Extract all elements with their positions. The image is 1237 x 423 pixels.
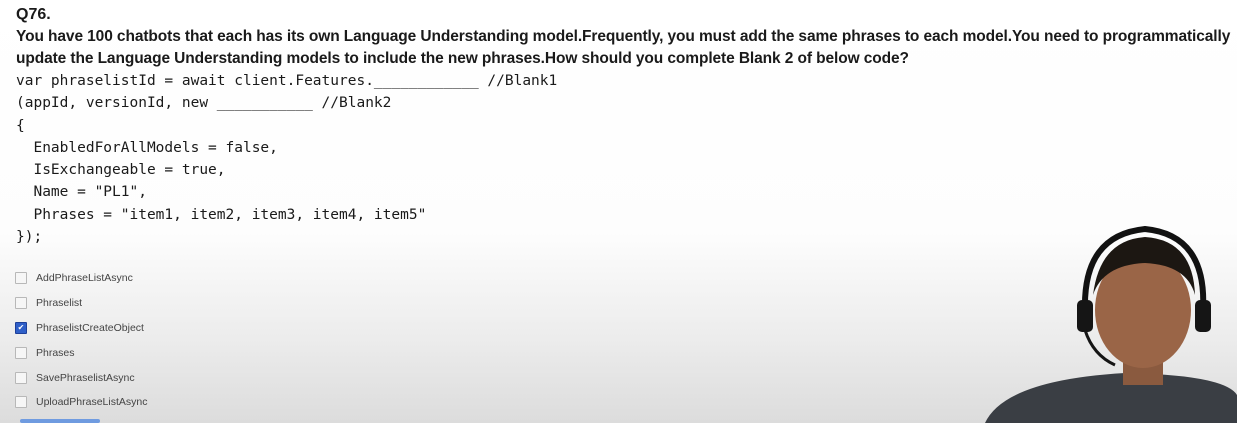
option-add-phrase-list-async[interactable]: AddPhraseListAsync: [15, 266, 147, 291]
option-label: Phraselist: [36, 297, 83, 310]
option-label: SavePhraselistAsync: [36, 371, 135, 384]
option-label: PhraselistCreateObject: [36, 321, 144, 334]
checkbox-checked[interactable]: ✔: [15, 321, 27, 334]
code-line: {: [16, 117, 25, 134]
presenter-video-icon: [985, 225, 1237, 423]
checkbox[interactable]: [15, 371, 27, 384]
option-label: Phrases: [36, 346, 75, 359]
option-phrases[interactable]: Phrases: [15, 340, 147, 365]
checkbox[interactable]: [15, 396, 27, 409]
checkbox[interactable]: [15, 297, 27, 310]
question-block: Q76. You have 100 chatbots that each has…: [16, 4, 1231, 248]
webcam-overlay: [975, 215, 1237, 423]
option-upload-phrase-list-async[interactable]: UploadPhraseListAsync: [15, 390, 147, 415]
submit-button-edge[interactable]: [20, 419, 100, 423]
option-phraselist[interactable]: Phraselist: [15, 291, 147, 316]
checkbox[interactable]: [15, 346, 27, 359]
code-line: Name = "PL1",: [16, 184, 147, 201]
code-line: var phraselistId = await client.Features…: [16, 73, 558, 89]
option-phraselist-create-object[interactable]: ✔ PhraselistCreateObject: [15, 316, 147, 341]
code-line: IsExchangeable = true,: [16, 162, 226, 179]
code-line: EnabledForAllModels = false,: [16, 139, 278, 156]
checkbox[interactable]: [15, 272, 27, 285]
question-number: Q76.: [16, 6, 51, 23]
option-save-phraselist-async[interactable]: SavePhraselistAsync: [15, 365, 147, 390]
answer-options: AddPhraseListAsync Phraselist ✔ Phraselis…: [15, 266, 147, 415]
question-text: You have 100 chatbots that each has its …: [16, 28, 1231, 67]
option-label: AddPhraseListAsync: [36, 272, 133, 285]
checkmark-icon: ✔: [17, 322, 25, 332]
code-line: (appId, versionId, new ___________ //Bla…: [16, 95, 392, 112]
option-label: UploadPhraseListAsync: [36, 396, 148, 409]
